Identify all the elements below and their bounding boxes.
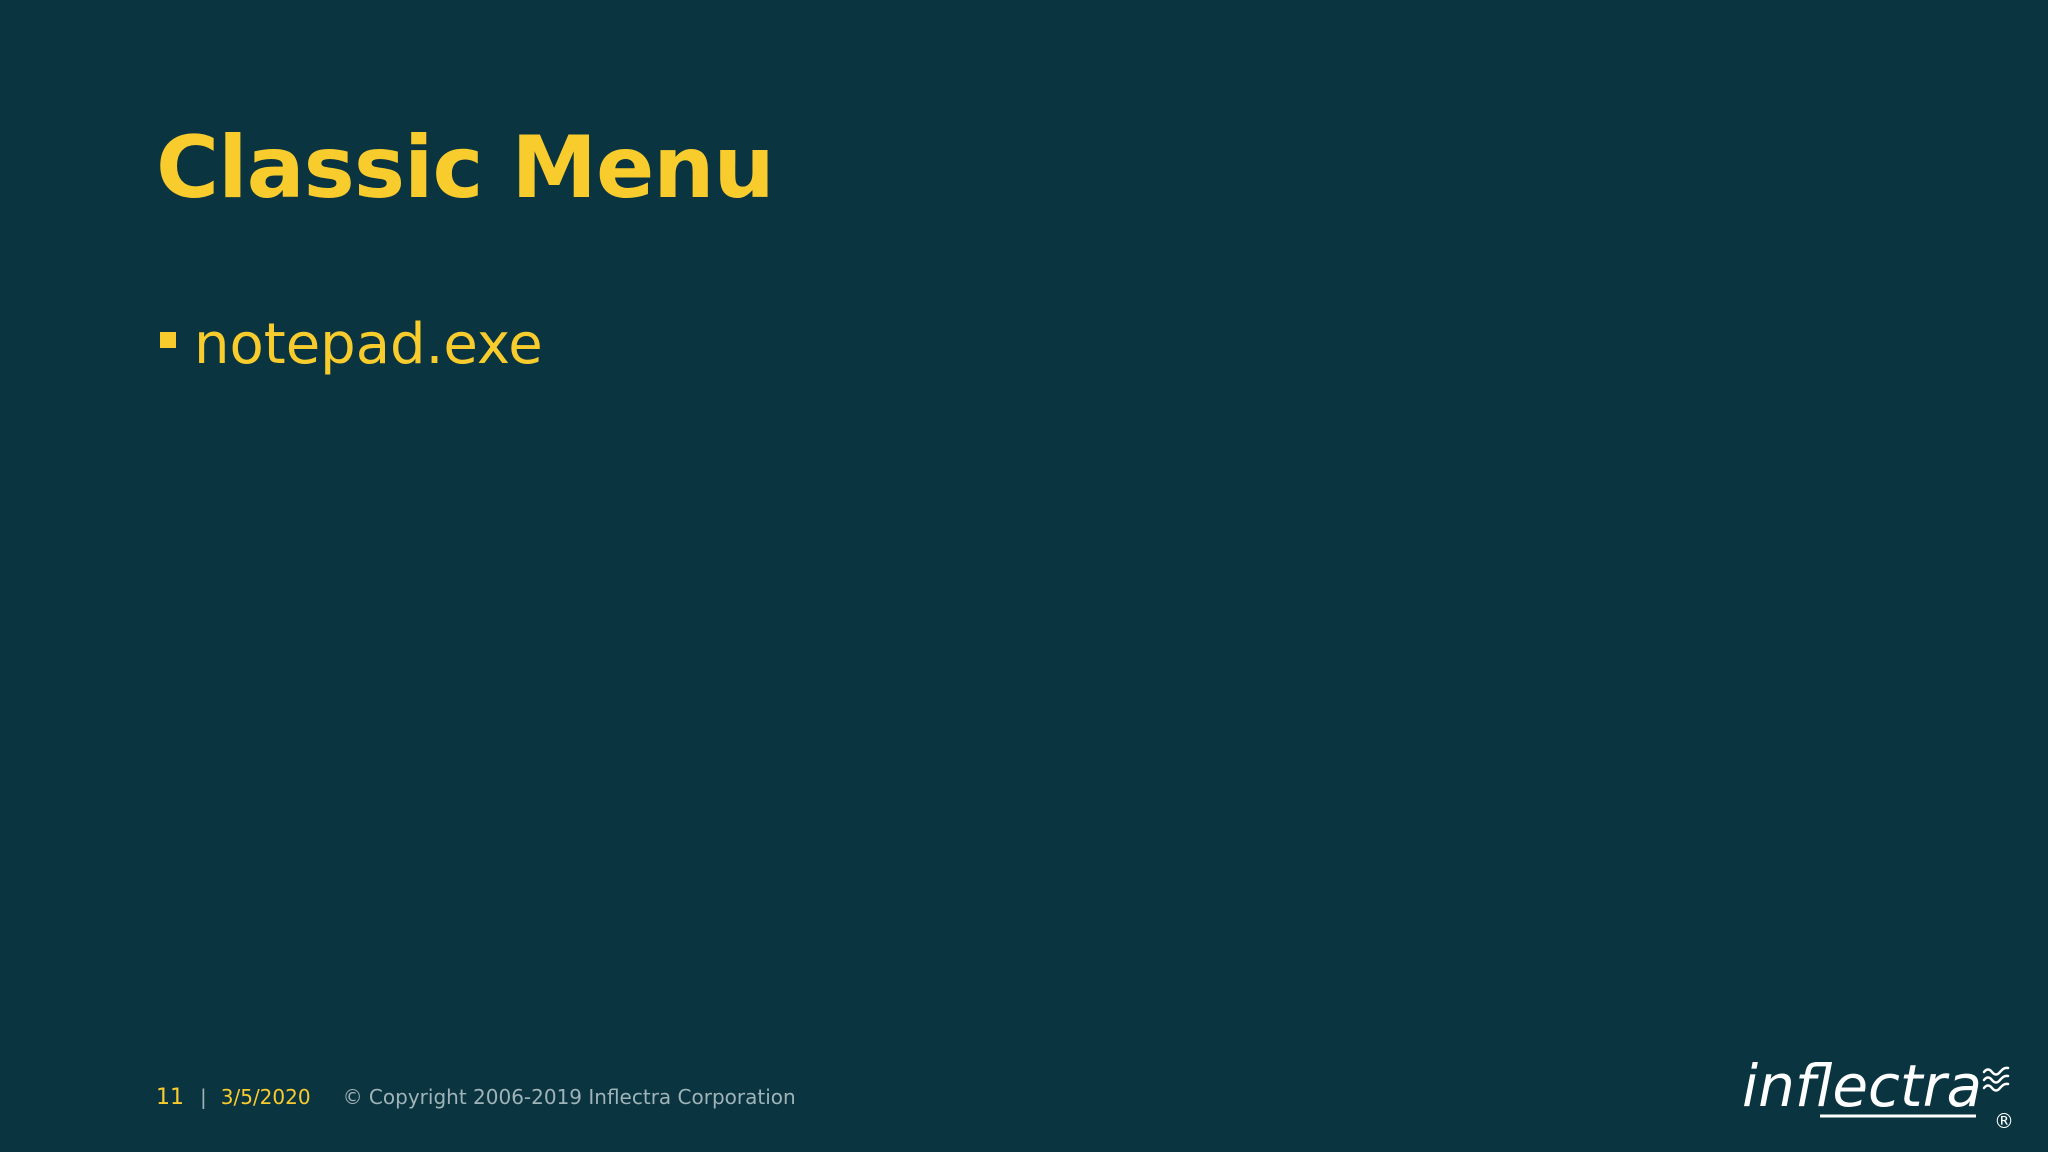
logo-wave-icon <box>1982 1066 2010 1092</box>
square-bullet-icon <box>160 332 176 348</box>
slide: Classic Menu notepad.exe 11 | 3/5/2020 ©… <box>0 0 2048 1152</box>
footer: 11 | 3/5/2020 © Copyright 2006-2019 Infl… <box>156 1082 796 1112</box>
footer-date: 3/5/2020 <box>220 1085 311 1109</box>
footer-copyright: © Copyright 2006-2019 Inflectra Corporat… <box>342 1085 796 1109</box>
registered-mark-icon: ® <box>1994 1109 2014 1133</box>
bullet-list: notepad.exe <box>160 304 543 384</box>
bullet-text: notepad.exe <box>194 311 543 377</box>
slide-title: Classic Menu <box>156 118 775 218</box>
inflectra-logo: inflectra ® <box>1742 1052 2014 1133</box>
list-item: notepad.exe <box>160 304 543 384</box>
slide-number: 11 <box>156 1084 184 1110</box>
logo-wordmark: inflectra <box>1742 1052 1982 1120</box>
footer-separator: | <box>200 1085 207 1109</box>
